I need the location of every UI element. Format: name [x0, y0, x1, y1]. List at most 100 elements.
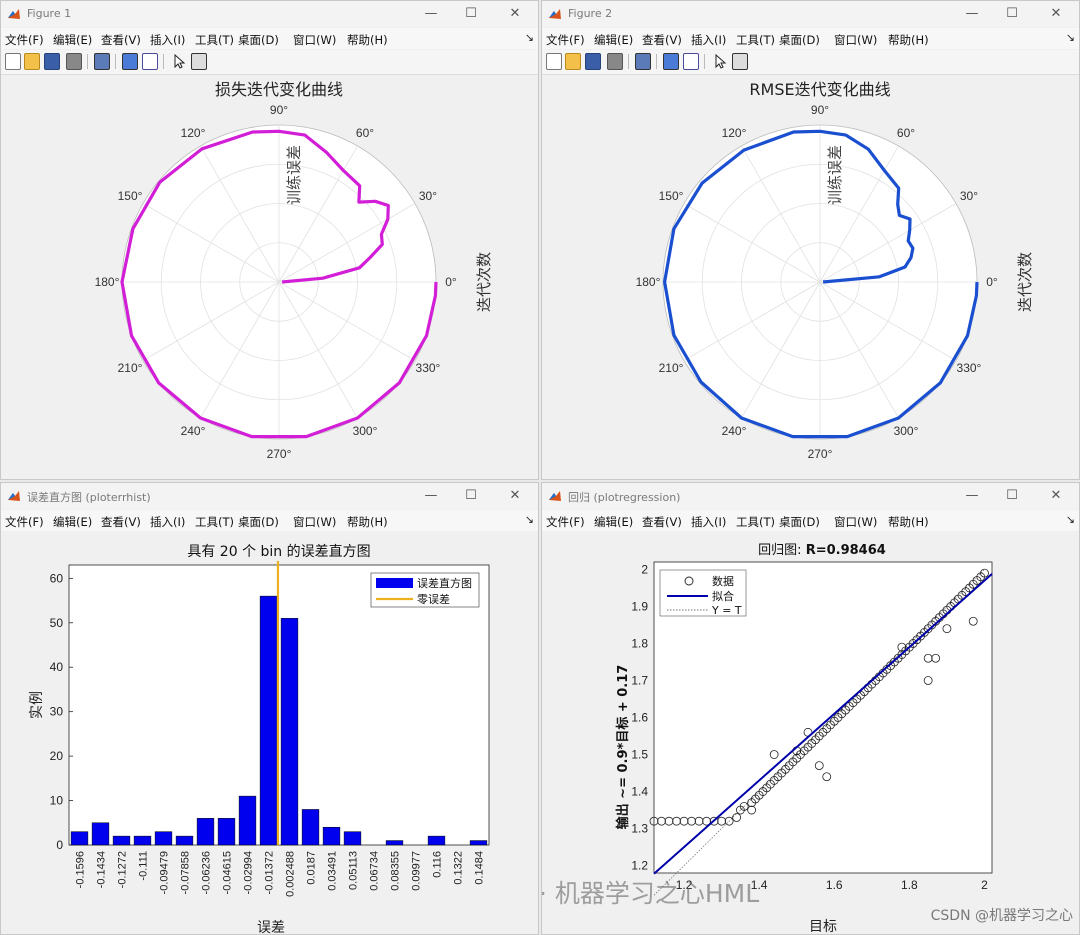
- x-tick-label: -0.09479: [159, 851, 171, 894]
- minimize-button[interactable]: —: [416, 5, 446, 23]
- angle-tick-label: 60°: [897, 126, 915, 140]
- maximize-button[interactable]: ☐: [456, 5, 486, 23]
- x-tick-label: 0.06734: [369, 851, 381, 891]
- menu-help[interactable]: 帮助(H): [347, 32, 388, 48]
- matlab-icon: [8, 491, 20, 501]
- maximize-button[interactable]: ☐: [997, 487, 1027, 505]
- dock-arrow-icon[interactable]: ↘: [1066, 513, 1075, 526]
- maximize-button[interactable]: ☐: [997, 5, 1027, 23]
- menu-edit[interactable]: 编辑(E): [594, 32, 633, 48]
- minimize-button[interactable]: —: [957, 487, 987, 505]
- menu-edit[interactable]: 编辑(E): [53, 32, 92, 48]
- menu-insert[interactable]: 插入(I): [691, 32, 726, 48]
- x-tick-label: -0.02994: [243, 851, 255, 894]
- menu-insert[interactable]: 插入(I): [150, 514, 185, 530]
- menu-help[interactable]: 帮助(H): [888, 32, 929, 48]
- close-button[interactable]: ✕: [500, 5, 530, 23]
- y-tick-label: 20: [50, 749, 64, 763]
- minimize-button[interactable]: —: [416, 487, 446, 505]
- menu-window[interactable]: 窗口(W): [834, 514, 877, 530]
- menu-window[interactable]: 窗口(W): [293, 514, 336, 530]
- minimize-button[interactable]: —: [957, 5, 987, 23]
- property-inspector-icon[interactable]: [191, 53, 207, 70]
- histogram-bar: [259, 595, 278, 846]
- menu-window[interactable]: 窗口(W): [293, 32, 336, 48]
- link-plot-icon[interactable]: [635, 53, 651, 70]
- save-icon[interactable]: [585, 53, 601, 70]
- pointer-icon[interactable]: [171, 53, 187, 70]
- x-tick-label: 0.09977: [411, 851, 423, 891]
- titlebar[interactable]: Figure 2 — ☐ ✕: [542, 1, 1079, 27]
- radial-axis-label: 训练误差: [285, 145, 303, 205]
- angle-tick-label: 330°: [957, 361, 982, 375]
- menu-desktop[interactable]: 桌面(D): [238, 32, 279, 48]
- legend-icon[interactable]: [142, 53, 158, 70]
- legend-data-label: 数据: [712, 574, 734, 588]
- histogram-bar: [91, 822, 110, 846]
- print-icon[interactable]: [607, 53, 623, 70]
- histogram-bar: [280, 618, 299, 846]
- x-tick-label: -0.1596: [75, 851, 87, 888]
- menu-window[interactable]: 窗口(W): [834, 32, 877, 48]
- menu-help[interactable]: 帮助(H): [347, 514, 388, 530]
- menu-view[interactable]: 查看(V): [101, 32, 141, 48]
- close-button[interactable]: ✕: [1041, 5, 1071, 23]
- chart-title: 具有 20 个 bin 的误差直方图: [187, 543, 370, 560]
- titlebar[interactable]: 误差直方图 (ploterrhist) — ☐ ✕: [1, 483, 538, 509]
- menu-tools[interactable]: 工具(T): [736, 32, 775, 48]
- x-tick-label: 0.05113: [348, 851, 360, 890]
- legend: 误差直方图 零误差: [370, 572, 480, 608]
- y-tick-label: 30: [50, 705, 64, 719]
- menu-desktop[interactable]: 桌面(D): [779, 32, 820, 48]
- menubar: 文件(F) 编辑(E) 查看(V) 插入(I) 工具(T) 桌面(D) 窗口(W) 帮助(H)…: [1, 28, 538, 49]
- menu-edit[interactable]: 编辑(E): [594, 514, 633, 530]
- x-axis-label: 目标: [809, 919, 837, 935]
- legend-line-label: 零误差: [417, 592, 450, 606]
- titlebar[interactable]: 回归 (plotregression) — ☐ ✕: [542, 483, 1079, 509]
- property-inspector-icon[interactable]: [732, 53, 748, 70]
- open-folder-icon[interactable]: [565, 53, 581, 70]
- y-tick-label: 50: [50, 616, 64, 630]
- menu-tools[interactable]: 工具(T): [195, 32, 234, 48]
- print-icon[interactable]: [66, 53, 82, 70]
- menu-file[interactable]: 文件(F): [5, 514, 44, 530]
- dock-arrow-icon[interactable]: ↘: [525, 513, 534, 526]
- pointer-icon[interactable]: [712, 53, 728, 70]
- new-file-icon[interactable]: [546, 53, 562, 70]
- angle-tick-label: 120°: [181, 126, 206, 140]
- menu-view[interactable]: 查看(V): [642, 32, 682, 48]
- menu-file[interactable]: 文件(F): [546, 32, 585, 48]
- colorbar-icon[interactable]: [663, 53, 679, 70]
- window-title: Figure 2: [568, 7, 613, 20]
- open-folder-icon[interactable]: [24, 53, 40, 70]
- close-button[interactable]: ✕: [1041, 487, 1071, 505]
- colorbar-icon[interactable]: [122, 53, 138, 70]
- figure-canvas: 损失迭代变化曲线 0° 30° 60° 90° 120° 150° 180° 210° 240°…: [1, 75, 538, 479]
- menu-tools[interactable]: 工具(T): [736, 514, 775, 530]
- angle-tick-label: 210°: [118, 361, 143, 375]
- legend-icon[interactable]: [683, 53, 699, 70]
- titlebar[interactable]: Figure 1 — ☐ ✕: [1, 1, 538, 27]
- save-icon[interactable]: [44, 53, 60, 70]
- menu-help[interactable]: 帮助(H): [888, 514, 929, 530]
- maximize-button[interactable]: ☐: [456, 487, 486, 505]
- menu-view[interactable]: 查看(V): [101, 514, 141, 530]
- menu-view[interactable]: 查看(V): [642, 514, 682, 530]
- menu-file[interactable]: 文件(F): [546, 514, 585, 530]
- menu-file[interactable]: 文件(F): [5, 32, 44, 48]
- matlab-icon: [8, 9, 20, 19]
- x-tick-label: -0.06236: [201, 851, 213, 894]
- menu-desktop[interactable]: 桌面(D): [779, 514, 820, 530]
- histogram-bar: [217, 818, 236, 846]
- dock-arrow-icon[interactable]: ↘: [1066, 31, 1075, 44]
- menu-edit[interactable]: 编辑(E): [53, 514, 92, 530]
- dock-arrow-icon[interactable]: ↘: [525, 31, 534, 44]
- new-file-icon[interactable]: [5, 53, 21, 70]
- link-plot-icon[interactable]: [94, 53, 110, 70]
- x-tick-label: -0.07858: [180, 851, 192, 894]
- menu-tools[interactable]: 工具(T): [195, 514, 234, 530]
- menu-desktop[interactable]: 桌面(D): [238, 514, 279, 530]
- menu-insert[interactable]: 插入(I): [150, 32, 185, 48]
- close-button[interactable]: ✕: [500, 487, 530, 505]
- menu-insert[interactable]: 插入(I): [691, 514, 726, 530]
